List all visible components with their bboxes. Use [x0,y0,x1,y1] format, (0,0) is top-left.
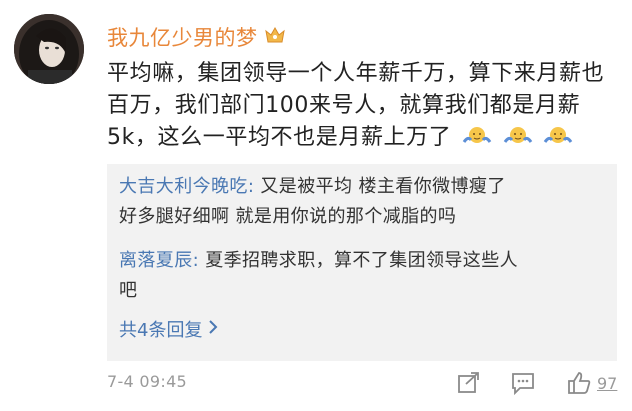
comment-line-1: 平均嘛，集团领导一个人年薪千万，算下来月薪也 [107,61,605,86]
reply-username[interactable]: 大吉大利今晚吃 [119,176,248,197]
shrug-emoji [543,124,573,158]
like-count[interactable]: 97 [597,374,617,393]
reply-text-line2: 吧 [119,280,138,301]
comment-line-3-text: 5k，这么一平均不也是月薪上万了 [107,125,452,150]
reply-item[interactable]: 大吉大利今晚吃: 又是被平均 楼主看你微博瘦了 好多腿好细啊 就是用你说的那个减… [119,172,609,232]
like-icon[interactable] [566,370,592,396]
comment-username[interactable]: 我九亿少男的梦 [107,22,287,52]
more-replies-label[interactable]: 共4条回复 [119,316,202,342]
reply-text: 又是被平均 楼主看你微博瘦了 [254,176,506,197]
comment-icon[interactable] [510,370,536,396]
avatar[interactable] [14,14,84,84]
share-icon[interactable] [456,370,482,396]
reply-line: 大吉大利今晚吃: 又是被平均 楼主看你微博瘦了 [119,172,609,202]
reply-item[interactable]: 离落夏辰: 夏季招聘求职，算不了集团领导这些人 吧 [119,246,609,306]
comment-text: 平均嘛，集团领导一个人年薪千万，算下来月薪也 百万，我们部门100来号人，就算我… [107,58,619,158]
replies-panel: 大吉大利今晚吃: 又是被平均 楼主看你微博瘦了 好多腿好细啊 就是用你说的那个减… [107,164,617,361]
more-replies-link[interactable]: 共4条回复 [119,316,218,342]
reply-username[interactable]: 离落夏辰 [119,250,193,271]
reply-text: 夏季招聘求职，算不了集团领导这些人 [199,250,518,271]
comment-timestamp: 7-4 09:45 [107,372,188,391]
crown-badge-icon [263,25,287,50]
reply-line: 离落夏辰: 夏季招聘求职，算不了集团领导这些人 [119,246,609,276]
comment-line-3: 5k，这么一平均不也是月薪上万了 [107,122,619,158]
comment-username-text[interactable]: 我九亿少男的梦 [107,22,258,52]
shrug-emoji [503,124,533,158]
chevron-right-icon [208,319,218,340]
comment-line-2: 百万，我们部门100来号人，就算我们都是月薪 [107,93,581,118]
reply-text-line2: 好多腿好细啊 就是用你说的那个减脂的吗 [119,206,457,227]
shrug-emoji [462,124,492,158]
